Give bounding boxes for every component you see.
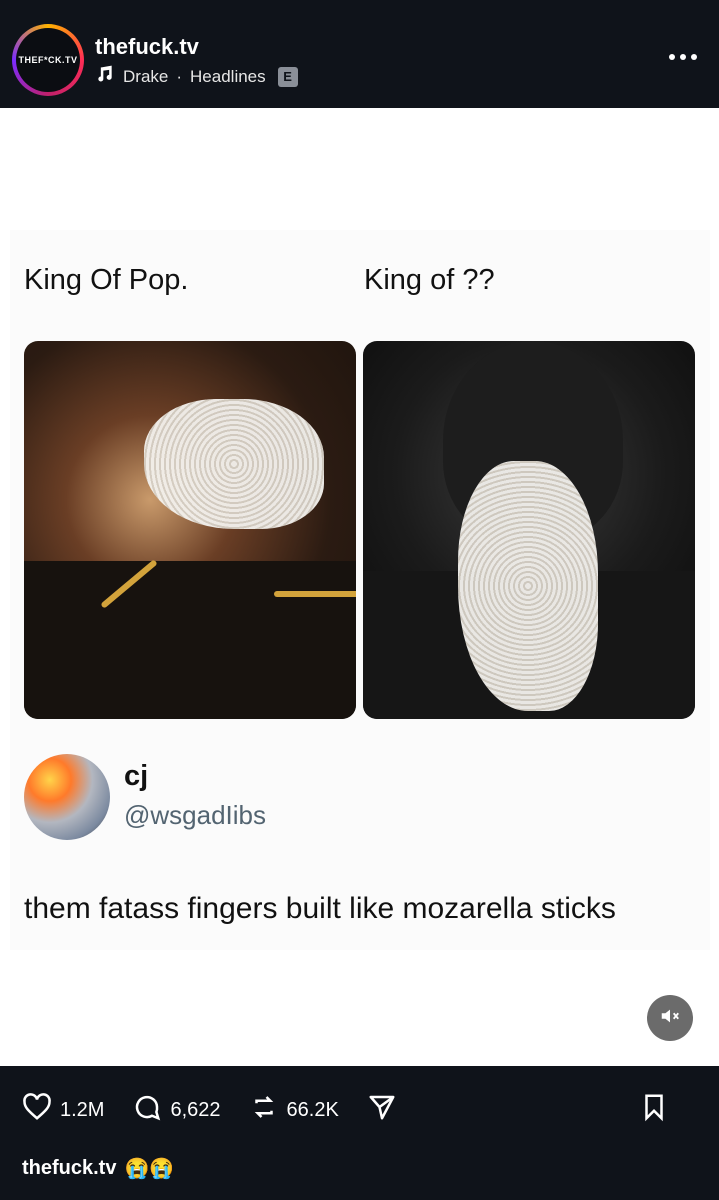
comment-count: 6,622 <box>170 1098 221 1121</box>
comment-action[interactable]: 6,622 <box>132 1092 221 1128</box>
avatar-logo: THEF*CK.TV <box>16 28 80 92</box>
repost-count: 66.2K <box>286 1098 339 1121</box>
like-count: 1.2M <box>60 1098 105 1121</box>
mute-icon <box>659 1005 681 1032</box>
like-action[interactable]: 1.2M <box>22 1092 104 1128</box>
bookmark-action[interactable] <box>639 1092 669 1128</box>
share-icon[interactable] <box>367 1092 397 1128</box>
post-footer: 1.2M 6,622 66.2K thefuck.tv 😭😭 <box>0 1066 719 1200</box>
left-glove <box>144 399 324 529</box>
tweet-text: them fatass fingers built like mozarella… <box>24 892 616 925</box>
music-note-icon <box>95 64 115 89</box>
gold-trim <box>274 591 356 597</box>
mute-button[interactable] <box>647 995 693 1041</box>
right-glove <box>458 461 598 711</box>
explicit-badge: E <box>277 66 298 87</box>
right-caption: King of ?? <box>364 264 495 296</box>
right-photo <box>363 341 695 719</box>
action-bar: 1.2M 6,622 66.2K <box>22 1090 697 1130</box>
post-header: THEF*CK.TV thefuck.tv Drake · Headlines … <box>0 0 719 108</box>
song-title: Headlines <box>190 66 266 86</box>
caption-account[interactable]: thefuck.tv <box>22 1157 116 1180</box>
logo-text: THEF*CK.TV <box>18 55 78 65</box>
left-photo <box>24 341 356 719</box>
post-caption: thefuck.tv 😭😭 <box>22 1156 174 1181</box>
repost-icon[interactable] <box>249 1092 279 1128</box>
share-action[interactable] <box>367 1092 397 1128</box>
comment-icon[interactable] <box>132 1092 162 1128</box>
heart-icon[interactable] <box>22 1092 52 1128</box>
left-jacket <box>24 561 356 719</box>
account-avatar[interactable]: THEF*CK.TV <box>12 24 84 96</box>
repost-action[interactable]: 66.2K <box>249 1092 339 1128</box>
left-caption: King Of Pop. <box>24 264 189 296</box>
tweet-avatar[interactable] <box>24 754 110 840</box>
music-info[interactable]: Drake · Headlines E <box>95 64 298 89</box>
tweet-author-name: cj <box>124 760 149 792</box>
account-name[interactable]: thefuck.tv <box>95 34 199 60</box>
music-artist: Drake <box>123 66 169 86</box>
more-icon[interactable] <box>661 54 697 64</box>
bookmark-icon[interactable] <box>639 1092 669 1128</box>
tweet-author-handle: @wsgadIibs <box>124 800 267 830</box>
caption-emojis: 😭😭 <box>124 1158 175 1180</box>
music-separator: · <box>176 66 183 86</box>
